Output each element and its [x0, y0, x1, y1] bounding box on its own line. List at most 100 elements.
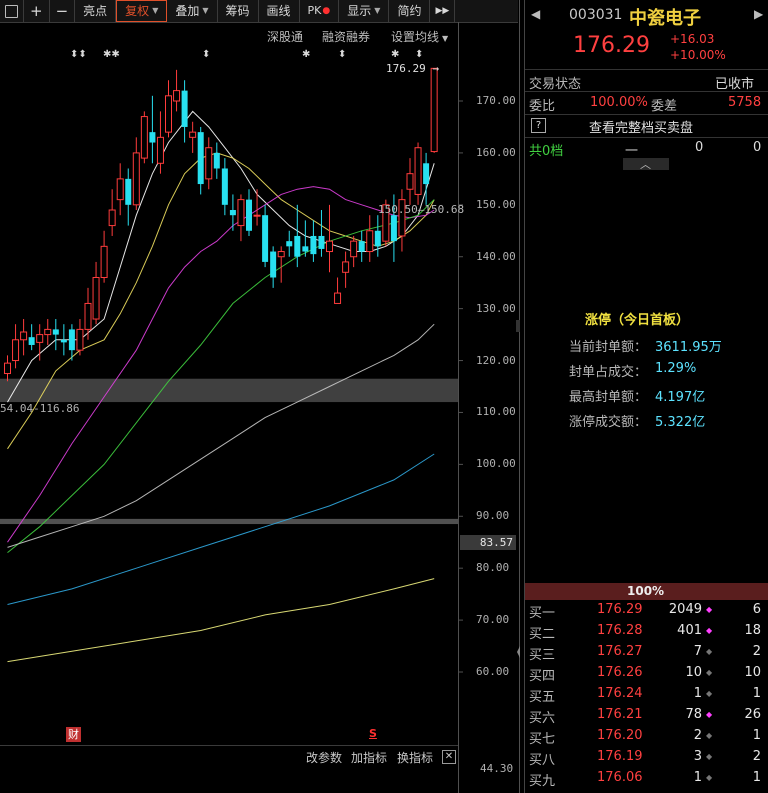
bid-ratio-label: 委比 — [529, 99, 556, 114]
event-marker[interactable]: ✱✱ — [103, 49, 120, 60]
diamond-icon: ◆ — [706, 626, 713, 635]
diamond-icon: ◆ — [706, 752, 713, 761]
orderbook-price: 176.20 — [597, 728, 643, 743]
candle-body — [140, 116, 148, 159]
y-tick-label: 80.00 — [476, 561, 510, 575]
indicator-bar: 改参数 加指标 换指标 ✕ — [0, 745, 458, 768]
candle-body — [350, 240, 358, 258]
dash-value: 一 — [625, 144, 639, 159]
quote-panel: ◀ 003031 中瓷电子 ▶ 176.29 +16.03 +10.00% 交易… — [524, 0, 768, 793]
candle-body — [406, 173, 414, 190]
candle-body — [326, 240, 333, 253]
orderbook-row[interactable]: 买九 176.06 1 ◆ 1 — [525, 768, 768, 789]
y-tick-label: 150.00 — [476, 197, 516, 211]
orderbook-row[interactable]: 买一 176.29 2049 ◆ 6 — [525, 600, 768, 621]
close-icon[interactable]: ✕ — [442, 750, 456, 764]
candle-body — [84, 302, 92, 330]
orderbook-level: 买二 — [529, 627, 556, 642]
diamond-icon: ◆ — [706, 647, 713, 656]
candle-body — [108, 209, 116, 227]
event-marker[interactable]: ✱ — [391, 49, 399, 60]
price-bands — [0, 378, 458, 525]
orderbook-level: 买七 — [529, 732, 556, 747]
price-band — [0, 518, 458, 525]
limit-row-label: 封单占成交： — [569, 365, 648, 380]
candle-body — [342, 261, 350, 273]
orderbook-row[interactable]: 买八 176.19 3 ◆ 2 — [525, 747, 768, 768]
bottom-axis-label: 44.30 — [480, 762, 514, 775]
candle-body — [189, 131, 197, 138]
orderbook-level: 买一 — [529, 606, 556, 621]
ma-value-1: 150.50 — [378, 203, 418, 216]
stock-code: 003031 — [569, 7, 623, 23]
ma-line-ma250 — [7, 578, 435, 663]
candle-body — [390, 215, 397, 242]
change-params-button[interactable]: 改参数 — [306, 749, 342, 766]
orderbook-level: 买五 — [529, 690, 556, 705]
orderbook-level: 买六 — [529, 711, 556, 726]
candle-body — [181, 90, 188, 127]
splitter-handle[interactable] — [516, 320, 520, 332]
y-tick-label: 170.00 — [476, 94, 516, 107]
event-marker[interactable]: ⬍⬍ — [70, 49, 87, 60]
candle-body — [334, 292, 342, 304]
orderbook-row[interactable]: 买四 176.26 10 ◆ 10 — [525, 663, 768, 684]
diamond-icon: ◆ — [706, 710, 713, 719]
candle-body — [286, 241, 293, 247]
candle-body — [156, 136, 164, 164]
candle-body — [414, 147, 422, 195]
bid-pressure-bar: 100% — [525, 583, 768, 600]
add-indicator-button[interactable]: 加指标 — [351, 749, 387, 766]
orderbook-price: 176.28 — [597, 623, 643, 638]
orderbook-row[interactable]: 买三 176.27 7 ◆ 2 — [525, 642, 768, 663]
candlestick-chart: ⬍⬍ ✱✱ ⬍ ✱ ⬍ ✱ ⬍ — [0, 0, 520, 793]
trade-status-label: 交易状态 — [529, 77, 582, 92]
event-marker[interactable]: ⬍ — [415, 49, 423, 60]
help-icon[interactable]: ? — [531, 118, 546, 133]
candle-body — [20, 331, 28, 341]
candle-body — [149, 132, 156, 143]
event-marker[interactable]: ⬍ — [338, 49, 346, 60]
orderbook-level: 买八 — [529, 753, 556, 768]
candle-body — [423, 163, 430, 185]
prev-stock-arrow[interactable]: ◀ — [531, 7, 540, 21]
orderbook-price: 176.06 — [597, 770, 643, 785]
orderbook-price: 176.29 — [597, 602, 643, 617]
zero-value-1: 0 — [695, 140, 704, 155]
collapse-tab[interactable]: ︿ — [623, 158, 669, 171]
financial-report-badge[interactable]: 财 — [66, 727, 81, 742]
candle-body — [68, 329, 75, 351]
s-event-badge[interactable]: S — [369, 727, 377, 740]
orderbook-count: 6 — [752, 602, 761, 617]
view-full-orderbook-link[interactable]: 查看完整档买卖盘 — [589, 117, 693, 136]
orderbook-price: 176.27 — [597, 644, 643, 659]
orderbook-row[interactable]: 买五 176.24 1 ◆ 1 — [525, 684, 768, 705]
orderbook-price: 176.21 — [597, 707, 643, 722]
high-price-label: 176.29 → — [386, 62, 439, 75]
event-markers: ⬍⬍ ✱✱ ⬍ ✱ ⬍ ✱ ⬍ — [70, 49, 423, 60]
diamond-icon: ◆ — [706, 668, 713, 677]
candle-body — [246, 199, 252, 231]
orderbook-volume: 3 — [693, 749, 702, 764]
candle-body — [310, 235, 317, 255]
candle-body — [132, 152, 140, 206]
candle-body — [173, 90, 181, 102]
orderbook-row[interactable]: 买二 176.28 401 ◆ 18 — [525, 621, 768, 642]
event-marker[interactable]: ⬍ — [202, 49, 210, 60]
limit-row-value: 4.197亿 — [655, 390, 706, 405]
orderbook-count: 1 — [752, 686, 761, 701]
event-marker[interactable]: ✱ — [302, 49, 310, 60]
orderbook-count: 1 — [752, 728, 761, 743]
next-stock-arrow[interactable]: ▶ — [754, 7, 763, 21]
switch-indicator-button[interactable]: 换指标 — [397, 749, 433, 766]
orderbook-row[interactable]: 买六 176.21 78 ◆ 26 — [525, 705, 768, 726]
orderbook-level: 买四 — [529, 669, 556, 684]
y-tick-label: 160.00 — [476, 145, 516, 159]
orderbook-price: 176.26 — [597, 665, 643, 680]
candle-body — [366, 230, 374, 253]
y-tick-label: 130.00 — [476, 301, 516, 315]
stock-change: +16.03 — [670, 32, 715, 46]
stock-name: 中瓷电子 — [629, 8, 701, 29]
orderbook-row[interactable]: 买七 176.20 2 ◆ 1 — [525, 726, 768, 747]
ma-value-2: 150.68 — [424, 203, 465, 216]
